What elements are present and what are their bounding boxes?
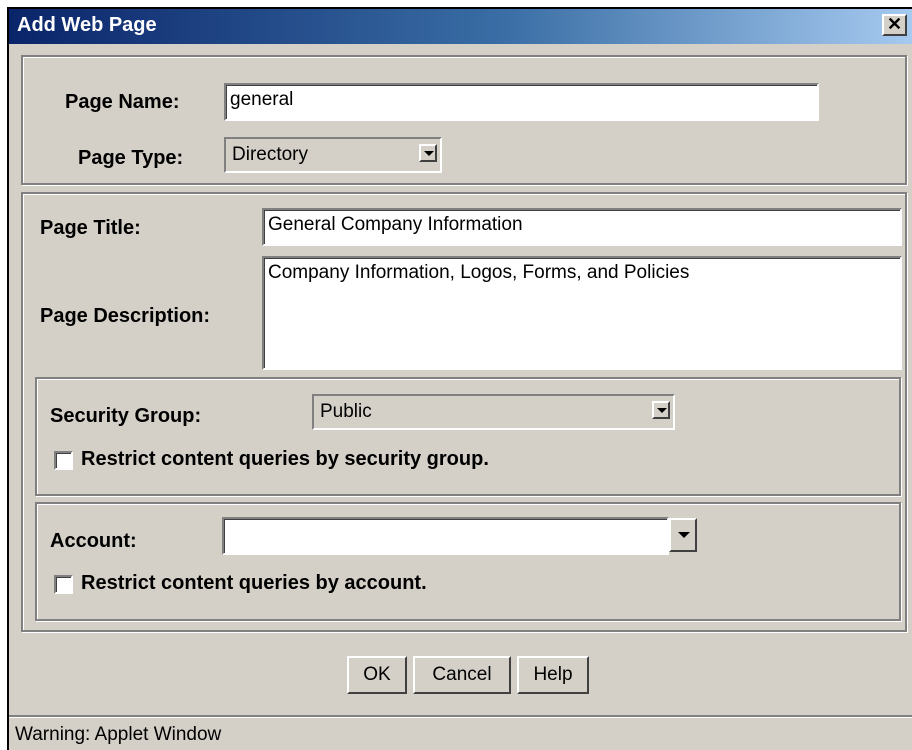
security-group-value: Public [320, 401, 372, 422]
chevron-down-icon[interactable] [652, 401, 670, 419]
page-title-input[interactable]: General Company Information [262, 208, 902, 246]
restrict-account-checkbox[interactable] [54, 575, 73, 594]
security-group-label: Security Group: [50, 405, 202, 427]
title-bar[interactable]: Add Web Page ✕ [9, 9, 912, 44]
page-description-label: Page Description: [40, 305, 211, 327]
page-type-select[interactable]: Directory [224, 137, 442, 173]
account-label: Account: [50, 530, 137, 552]
page-name-label: Page Name: [65, 91, 180, 113]
page-type-label: Page Type: [78, 147, 184, 169]
page-type-value: Directory [232, 144, 309, 165]
help-button[interactable]: Help [517, 656, 589, 694]
ok-button[interactable]: OK [347, 656, 407, 694]
dialog-window: Add Web Page ✕ Page Name: general Page T… [7, 7, 912, 750]
page-name-input[interactable]: general [224, 83, 819, 121]
restrict-account-label[interactable]: Restrict content queries by account. [81, 572, 427, 595]
cancel-button[interactable]: Cancel [413, 656, 511, 694]
account-dropdown-button[interactable] [669, 518, 697, 552]
chevron-down-icon[interactable] [419, 144, 437, 162]
page-description-textarea[interactable]: Company Information, Logos, Forms, and P… [262, 256, 902, 370]
page-title-label: Page Title: [40, 217, 141, 239]
restrict-security-checkbox[interactable] [54, 451, 73, 470]
account-input[interactable] [222, 517, 669, 555]
close-icon: ✕ [886, 14, 903, 34]
restrict-security-label[interactable]: Restrict content queries by security gro… [81, 448, 489, 471]
status-text: Warning: Applet Window [15, 724, 222, 745]
window-title: Add Web Page [17, 14, 157, 36]
security-group-select[interactable]: Public [312, 394, 675, 430]
status-bar: Warning: Applet Window [9, 715, 912, 750]
close-button[interactable]: ✕ [882, 14, 907, 36]
